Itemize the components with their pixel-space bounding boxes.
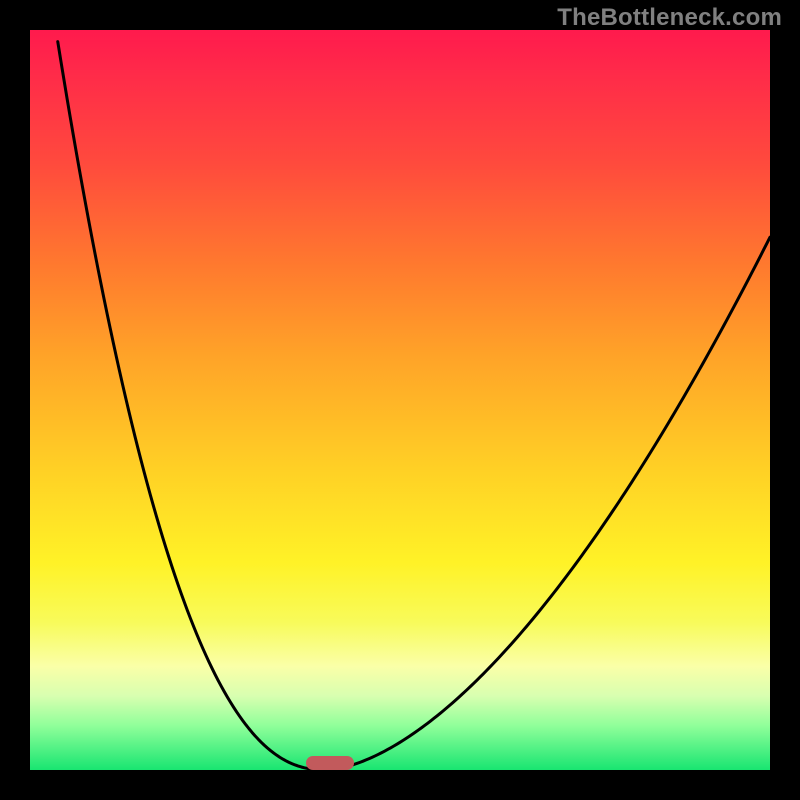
- optimal-marker: [306, 756, 354, 770]
- watermark-text: TheBottleneck.com: [557, 4, 782, 32]
- plot-area: [30, 30, 770, 770]
- chart-container: TheBottleneck.com: [0, 0, 800, 800]
- bottleneck-curve: [30, 30, 770, 770]
